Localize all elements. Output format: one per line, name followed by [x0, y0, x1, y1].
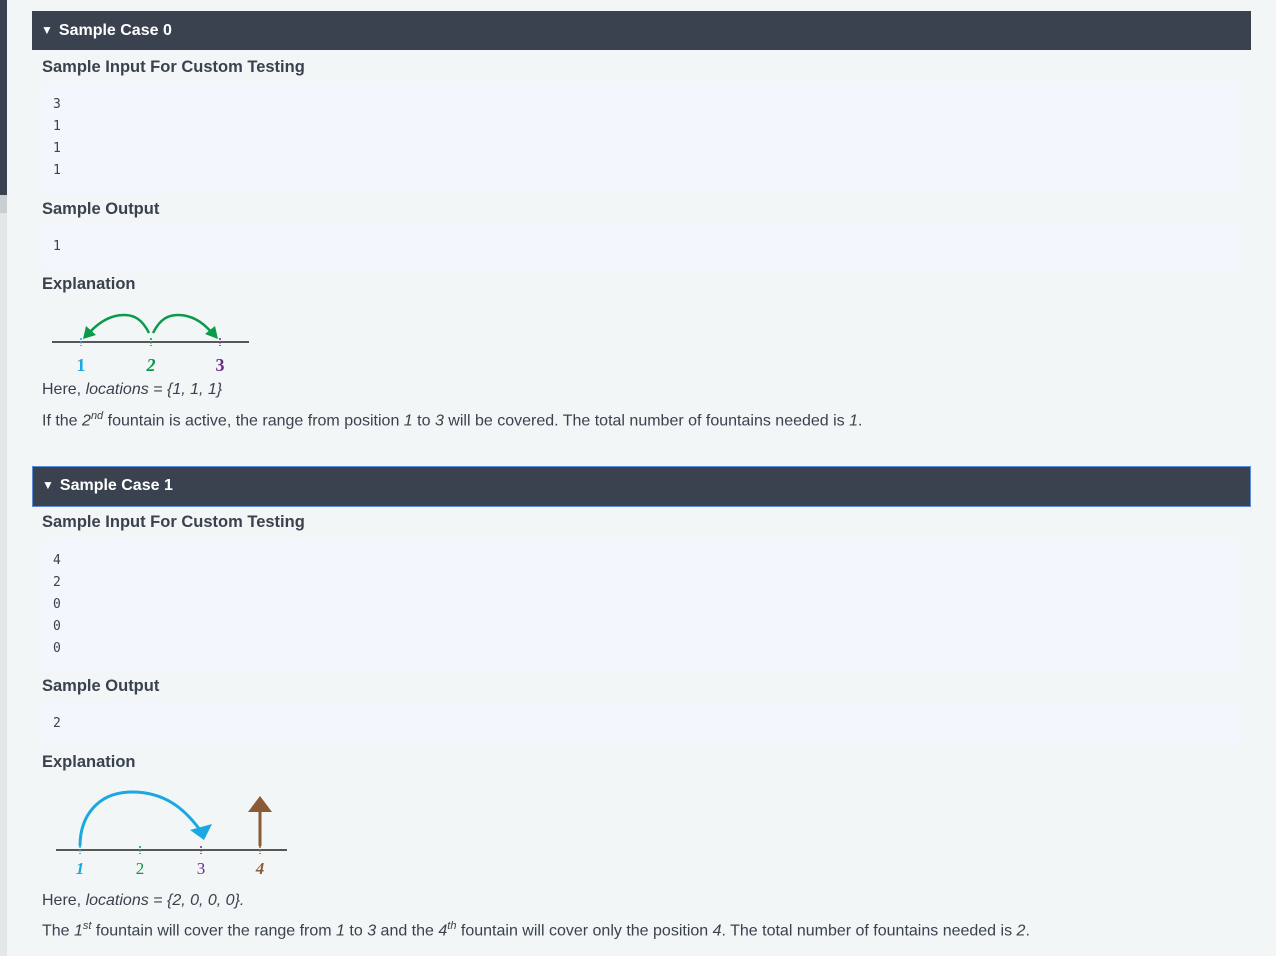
sample-case-1-title: Sample Case 1 [59, 477, 173, 494]
up-arrow-icon [248, 796, 272, 812]
input-line: 2 [53, 575, 61, 590]
right-arc [151, 313, 213, 334]
diagram-label: 2 [136, 859, 145, 878]
coverage-arc [78, 790, 202, 847]
diagram-label: 1 [76, 859, 85, 878]
output-line: 2 [53, 716, 61, 731]
left-edge-dark [0, 0, 7, 195]
input-line: 0 [53, 619, 61, 634]
explanation-description: If the 2nd fountain is active, the range… [42, 410, 863, 430]
sample-output-title: Sample Output [42, 200, 160, 218]
diagram-label: 4 [255, 859, 265, 878]
explanation-title: Explanation [42, 275, 136, 293]
left-edge-mid [0, 195, 7, 213]
sample-output-block[interactable]: 2 [42, 702, 1242, 746]
input-line: 4 [53, 553, 61, 568]
collapse-triangle-icon: ▼ [42, 478, 54, 492]
sample-output-title: Sample Output [42, 677, 160, 695]
input-line: 0 [53, 597, 61, 612]
sample-case-1: ▼ Sample Case 1 Sample Input For Custom T… [32, 466, 1251, 939]
sample-input-title: Sample Input For Custom Testing [42, 58, 305, 76]
diagram-label: 1 [77, 355, 86, 373]
explanation-diagram-0: 1 2 3 [52, 313, 249, 373]
input-line: 1 [53, 119, 61, 134]
sample-output-block[interactable]: 1 [42, 225, 1242, 269]
explanation-locations: Here, locations = {1, 1, 1} [42, 381, 223, 398]
input-line: 1 [53, 163, 61, 178]
input-line: 1 [53, 141, 61, 156]
sample-case-0-title: Sample Case 0 [58, 22, 172, 39]
collapse-triangle-icon: ▼ [41, 23, 53, 37]
explanation-locations: Here, locations = {2, 0, 0, 0}. [42, 892, 245, 909]
coverage-arrowhead-icon [190, 824, 212, 840]
input-line: 0 [53, 641, 61, 656]
explanation-title: Explanation [42, 753, 136, 771]
left-arc [88, 313, 151, 334]
diagram-label: 3 [197, 859, 206, 878]
input-line: 3 [53, 97, 61, 112]
output-line: 1 [53, 239, 61, 254]
left-scroll-edge [0, 0, 7, 956]
explanation-description: The 1st fountain will cover the range fr… [42, 920, 1030, 940]
sample-case-0-header[interactable]: ▼ Sample Case 0 [32, 11, 1251, 50]
sample-case-1-header[interactable]: ▼ Sample Case 1 [32, 466, 1251, 507]
explanation-diagram-1: 1 2 3 4 [56, 790, 287, 878]
diagram-label: 2 [146, 355, 156, 373]
sample-input-block[interactable]: 3 1 1 1 [42, 83, 1242, 193]
sample-input-block[interactable]: 4 2 0 0 0 [42, 539, 1242, 671]
diagram-label: 3 [216, 355, 225, 373]
sample-input-title: Sample Input For Custom Testing [42, 513, 305, 531]
sample-case-0: ▼ Sample Case 0 Sample Input For Custom T… [32, 11, 1251, 429]
